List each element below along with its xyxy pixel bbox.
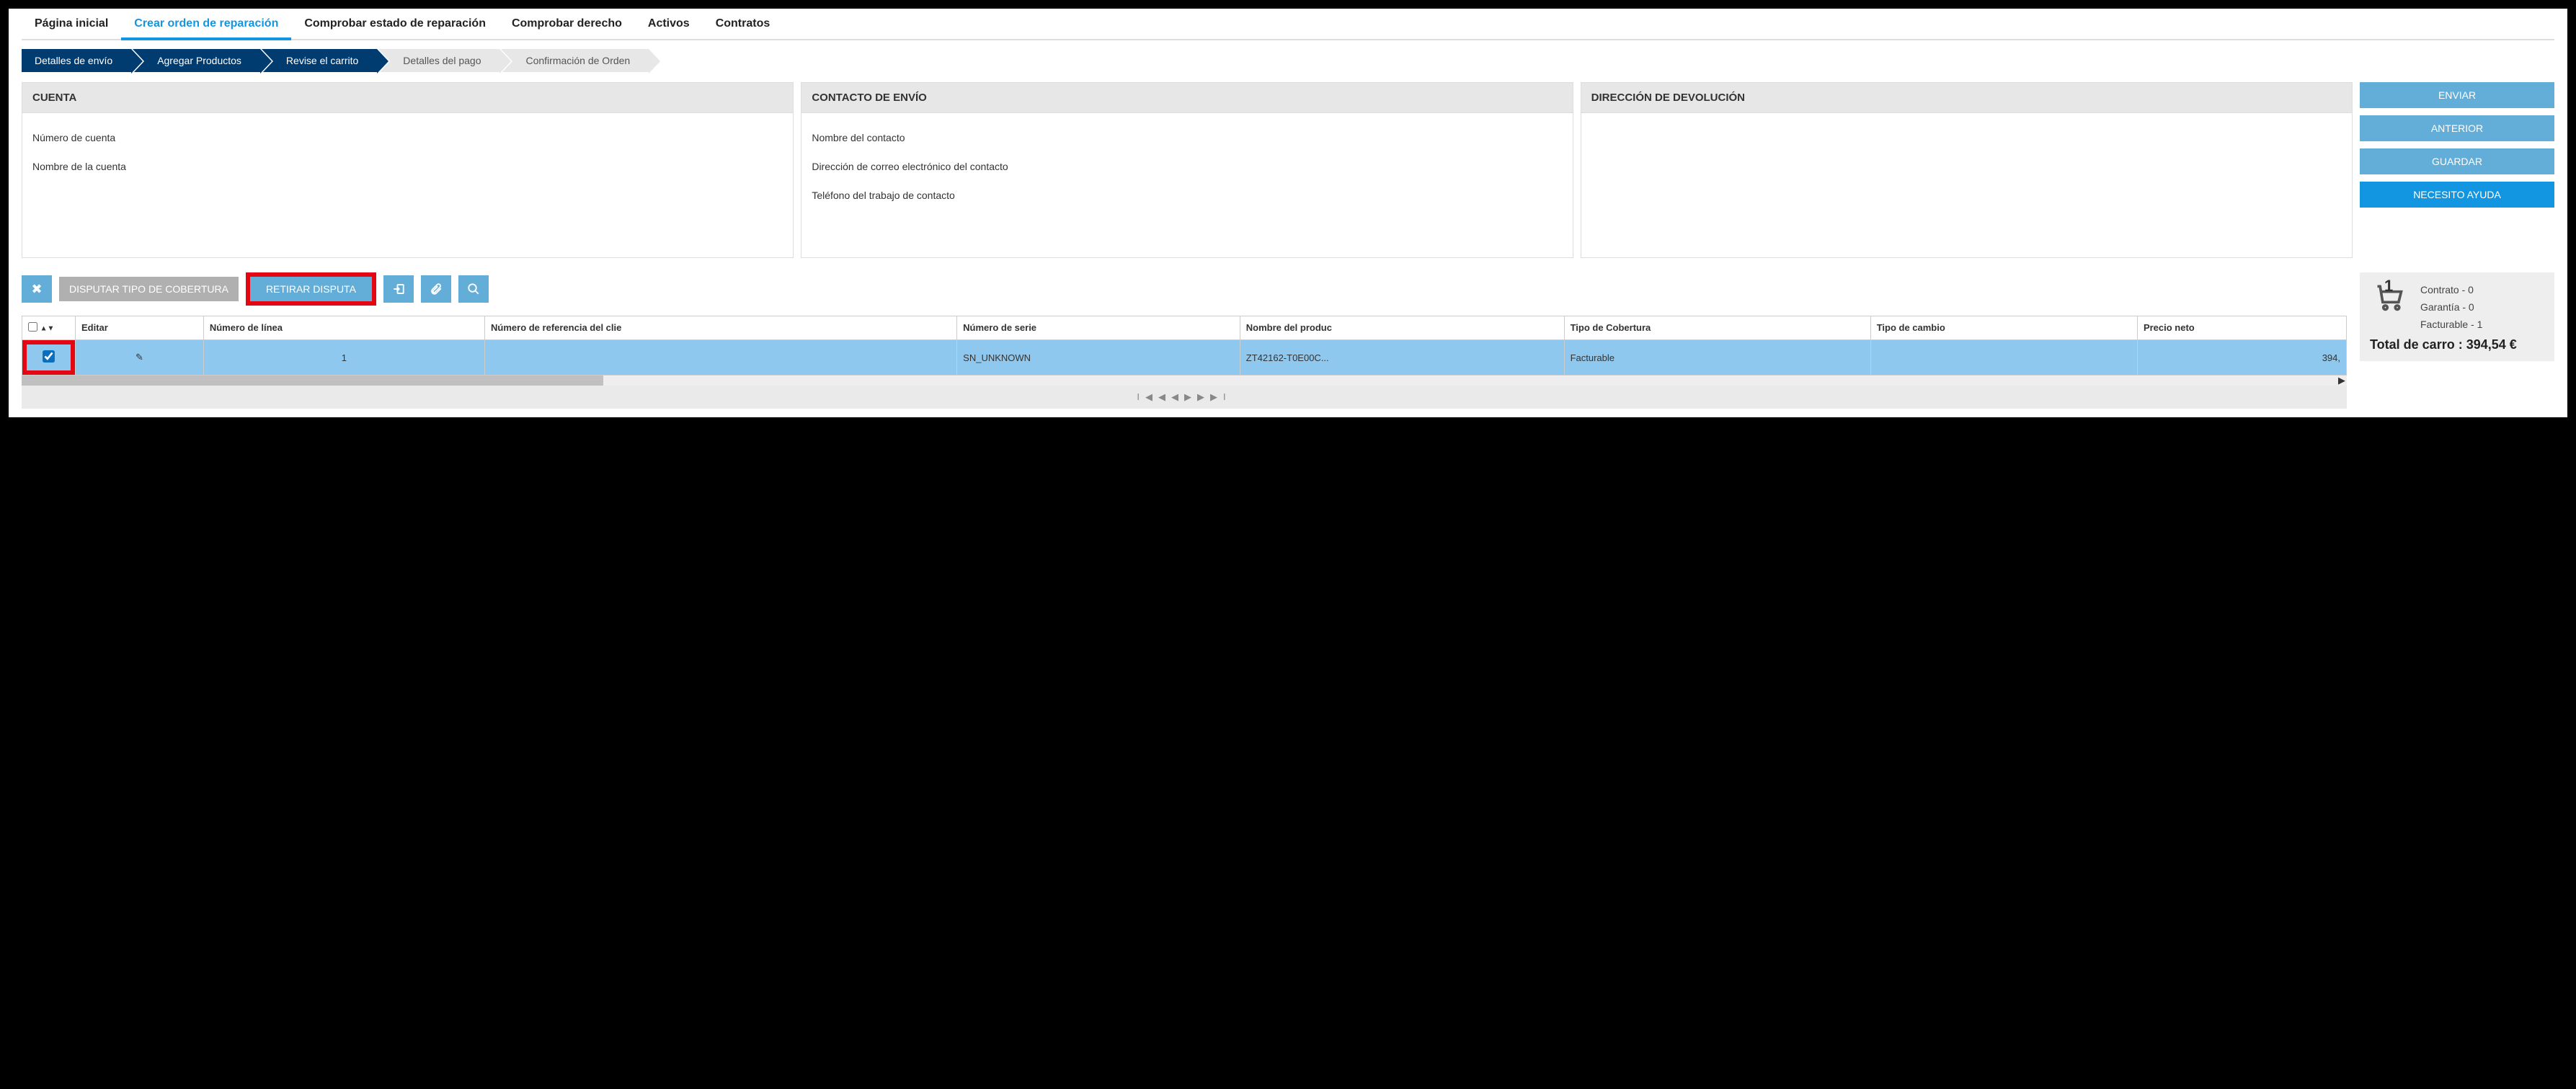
- page-next-icon[interactable]: ▶▶: [1184, 391, 1210, 402]
- search-button[interactable]: [458, 275, 489, 303]
- col-product[interactable]: Nombre del produc: [1240, 316, 1564, 340]
- cell-coverage: Facturable: [1564, 340, 1870, 375]
- search-icon: [467, 283, 480, 295]
- wizard-steps: Detalles de envío Agregar Productos Revi…: [22, 49, 2554, 72]
- cell-ref: [485, 340, 957, 375]
- row-checkbox[interactable]: [43, 350, 55, 363]
- import-button[interactable]: [383, 275, 414, 303]
- cart-badge: 1: [2384, 277, 2393, 295]
- help-button[interactable]: NECESITO AYUDA: [2360, 182, 2554, 208]
- scroll-right-icon: ▶: [2338, 375, 2345, 386]
- col-edit[interactable]: Editar: [76, 316, 204, 340]
- cell-price: 394,: [2137, 340, 2346, 375]
- nav-home[interactable]: Página inicial: [22, 13, 121, 39]
- pagination[interactable]: I◀◀◀▶▶▶I: [22, 386, 2347, 409]
- col-net-price[interactable]: Precio neto: [2137, 316, 2346, 340]
- card-contact: CONTACTO DE ENVÍO Nombre del contacto Di…: [801, 82, 1573, 258]
- top-nav: Página inicial Crear orden de reparación…: [22, 13, 2554, 40]
- pencil-icon: ✎: [136, 352, 143, 363]
- cell-line-number: 1: [203, 340, 484, 375]
- close-icon: ✖: [31, 282, 42, 297]
- col-line-number[interactable]: Número de línea: [203, 316, 484, 340]
- table-toolbar: ✖ DISPUTAR TIPO DE COBERTURA RETIRAR DIS…: [22, 272, 2347, 306]
- card-return-address: DIRECCIÓN DE DEVOLUCIÓN: [1581, 82, 2353, 258]
- save-button[interactable]: GUARDAR: [2360, 148, 2554, 174]
- wizard-step-payment[interactable]: Detalles del pago: [378, 49, 499, 72]
- wizard-step-cart[interactable]: Revise el carrito: [262, 49, 377, 72]
- import-icon: [392, 283, 405, 295]
- nav-create-order[interactable]: Crear orden de reparación: [121, 13, 291, 40]
- cell-product: ZT42162-T0E00C...: [1240, 340, 1564, 375]
- col-serial[interactable]: Número de serie: [957, 316, 1240, 340]
- nav-assets[interactable]: Activos: [635, 13, 703, 39]
- horizontal-scrollbar[interactable]: ▶: [22, 375, 2347, 386]
- cell-exchange: [1870, 340, 2137, 375]
- col-select[interactable]: ▲▼: [22, 316, 76, 340]
- dispute-coverage-button[interactable]: DISPUTAR TIPO DE COBERTURA: [59, 277, 239, 301]
- withdraw-dispute-button[interactable]: RETIRAR DISPUTA: [250, 277, 372, 301]
- cart-warranty-line: Garantía - 0: [2420, 298, 2482, 316]
- select-all-checkbox[interactable]: [28, 322, 37, 332]
- wizard-step-products[interactable]: Agregar Productos: [133, 49, 260, 72]
- attach-button[interactable]: [421, 275, 451, 303]
- table-row[interactable]: ✎ 1 SN_UNKNOWN ZT42162-T0E00C... Factura…: [22, 340, 2347, 375]
- nav-check-entitlement[interactable]: Comprobar derecho: [499, 13, 635, 39]
- contact-name-label: Nombre del contacto: [812, 123, 1562, 152]
- account-name-label: Nombre de la cuenta: [32, 152, 783, 181]
- action-sidebar: ENVIAR ANTERIOR GUARDAR NECESITO AYUDA: [2360, 82, 2554, 258]
- card-account-title: CUENTA: [22, 83, 793, 113]
- card-return-title: DIRECCIÓN DE DEVOLUCIÓN: [1581, 83, 2352, 113]
- send-button[interactable]: ENVIAR: [2360, 82, 2554, 108]
- nav-contracts[interactable]: Contratos: [703, 13, 783, 39]
- sort-icon: ▲▼: [40, 325, 55, 333]
- wizard-step-shipping[interactable]: Detalles de envío: [22, 49, 131, 72]
- paperclip-icon: [430, 283, 443, 295]
- card-contact-title: CONTACTO DE ENVÍO: [801, 83, 1572, 113]
- cell-serial: SN_UNKNOWN: [957, 340, 1240, 375]
- col-customer-ref[interactable]: Número de referencia del clie: [485, 316, 957, 340]
- close-button[interactable]: ✖: [22, 275, 52, 303]
- cart-billable-line: Facturable - 1: [2420, 316, 2482, 333]
- cart-icon: 1: [2370, 281, 2409, 313]
- page-prev-icon[interactable]: ◀◀: [1158, 391, 1184, 402]
- cart-total: Total de carro : 394,54 €: [2370, 337, 2544, 352]
- col-exchange[interactable]: Tipo de cambio: [1870, 316, 2137, 340]
- contact-phone-label: Teléfono del trabajo de contacto: [812, 181, 1562, 210]
- edit-cell[interactable]: ✎: [76, 340, 204, 375]
- previous-button[interactable]: ANTERIOR: [2360, 115, 2554, 141]
- cart-summary: 1 Contrato - 0 Garantía - 0 Facturable -…: [2360, 272, 2554, 361]
- cart-contract-line: Contrato - 0: [2420, 281, 2482, 298]
- account-number-label: Número de cuenta: [32, 123, 783, 152]
- col-coverage[interactable]: Tipo de Cobertura: [1564, 316, 1870, 340]
- nav-check-status[interactable]: Comprobar estado de reparación: [291, 13, 499, 39]
- line-items-table: ▲▼ Editar Número de línea Número de refe…: [22, 316, 2347, 409]
- page-last-icon[interactable]: ▶I: [1210, 391, 1232, 402]
- contact-email-label: Dirección de correo electrónico del cont…: [812, 152, 1562, 181]
- page-first-icon[interactable]: I◀: [1137, 391, 1158, 402]
- wizard-step-confirm[interactable]: Confirmación de Orden: [501, 49, 649, 72]
- card-account: CUENTA Número de cuenta Nombre de la cue…: [22, 82, 794, 258]
